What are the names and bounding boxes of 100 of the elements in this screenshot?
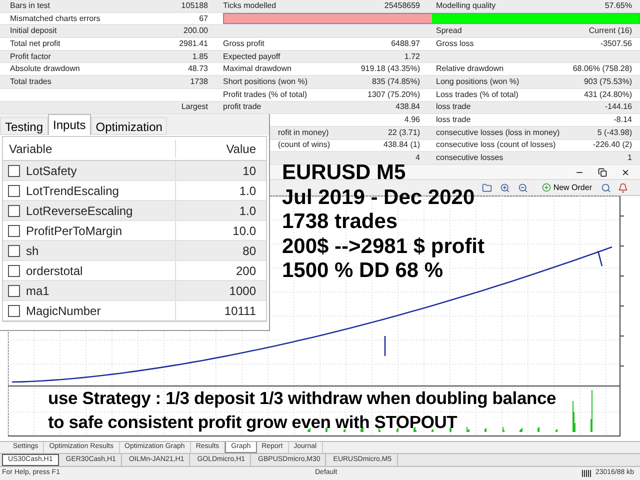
report-value: 1.72 — [404, 50, 420, 63]
search-icon[interactable] — [601, 182, 611, 192]
plus-circle-icon — [542, 183, 552, 192]
zoom-in-icon[interactable] — [500, 182, 510, 192]
report-value: 48.73 — [188, 63, 208, 76]
zoom-out-icon[interactable] — [518, 182, 528, 192]
report-label: Gross profit — [223, 38, 264, 50]
variable-name: LotSafety — [26, 162, 77, 180]
report-label: profit trade — [223, 101, 262, 114]
variable-value[interactable]: 1.0 — [176, 182, 262, 200]
variable-value[interactable]: 1000 — [176, 282, 262, 300]
tab[interactable]: Testing — [0, 117, 48, 135]
close-icon[interactable] — [621, 168, 630, 176]
report-label: (count of wins) — [278, 139, 330, 152]
report-label: Relative drawdown — [436, 63, 504, 76]
variable-value[interactable]: 80 — [176, 242, 262, 260]
report-value: -3507.56 — [600, 38, 632, 50]
report-value: 105188 — [181, 0, 208, 12]
report-value: 5 (-43.98) — [597, 126, 632, 139]
report-value: 431 (24.80%) — [584, 88, 632, 101]
variable-value[interactable]: 10111 — [176, 302, 262, 320]
report-label: Mismatched charts errors — [10, 12, 100, 25]
caption-line: 200$ -->2981 $ profit — [282, 234, 485, 259]
folder-icon[interactable] — [482, 182, 492, 192]
restore-icon[interactable] — [598, 168, 607, 176]
variable-name: LotTrendEscaling — [26, 182, 119, 200]
checkbox[interactable] — [8, 224, 20, 236]
report-label: Initial deposit — [10, 25, 57, 38]
report-value: 438.84 (1) — [384, 139, 420, 152]
report-label: consecutive loss (count of losses) — [436, 139, 556, 152]
report-value: 919.18 (43.35%) — [360, 63, 420, 76]
checkbox[interactable] — [8, 184, 20, 196]
report-value: 200.00 — [184, 25, 208, 38]
variable-name: MagicNumber — [26, 302, 101, 320]
report-value: 1 — [628, 152, 632, 164]
caption-line: EURUSD M5 — [282, 161, 407, 186]
report-label: Spread — [436, 25, 462, 38]
caption-line: 1500 % DD 68 % — [282, 259, 444, 284]
report-value: 2981.41 — [179, 38, 208, 50]
bell-icon[interactable] — [618, 182, 628, 192]
caption-line: to safe consistent profit grow even with STOPOUT — [48, 411, 458, 434]
report-value: 6488.97 — [391, 38, 420, 50]
checkbox[interactable] — [8, 244, 20, 256]
report-label: loss trade — [436, 101, 471, 114]
report-label: Absolute drawdown — [10, 63, 80, 76]
column-header: Variable — [3, 140, 176, 158]
tab[interactable]: Optimization — [90, 117, 168, 135]
checkbox[interactable] — [8, 264, 20, 276]
report-value: 1307 (75.20%) — [368, 88, 420, 101]
report-label: consecutive losses (loss in money) — [436, 126, 560, 139]
variable-value[interactable]: 200 — [176, 262, 262, 280]
tab[interactable]: Inputs — [48, 114, 91, 135]
checkbox[interactable] — [8, 304, 20, 316]
variable-value[interactable]: 10 — [176, 162, 262, 180]
variable-name: ma1 — [26, 282, 50, 300]
variable-name: sh — [26, 242, 39, 260]
variable-value[interactable]: 10.0 — [176, 222, 262, 240]
caption-line: use Strategy : 1/3 deposit 1/3 withdraw when doubling balance — [48, 387, 556, 410]
checkbox[interactable] — [8, 204, 20, 216]
report-label: Ticks modelled — [223, 0, 276, 12]
variable-value[interactable]: 1.0 — [176, 202, 262, 220]
report-value: 903 (75.53%) — [584, 76, 632, 88]
report-label: loss trade — [436, 114, 471, 126]
checkbox[interactable] — [8, 284, 20, 296]
report-value: 438.84 — [396, 101, 420, 114]
report-label: Modelling quality — [436, 0, 496, 12]
column-header: Value — [225, 140, 257, 158]
report-value: 4.96 — [404, 114, 420, 126]
report-value: 67 — [199, 12, 208, 25]
report-label: Loss trades (% of total) — [436, 88, 518, 101]
variable-name: ProfitPerToMargin — [26, 222, 122, 240]
report-value: Largest — [181, 101, 208, 114]
report-label: rofit in money) — [278, 126, 329, 139]
report-value: 22 (3.71) — [388, 126, 420, 139]
report-value: 57.65% — [604, 0, 632, 12]
report-value: -8.14 — [614, 114, 632, 126]
report-label: Long positions (won %) — [436, 76, 520, 88]
variable-name: LotReverseEscaling — [26, 202, 133, 220]
report-label: Profit factor — [10, 50, 51, 63]
report-label: Gross loss — [436, 38, 474, 50]
report-label: Bars in test — [10, 0, 50, 12]
report-value: 25458659 — [384, 0, 420, 12]
report-value: 4 — [416, 152, 420, 164]
new-order-button[interactable]: New Order — [540, 182, 594, 194]
caption-line: 1738 trades — [282, 210, 399, 234]
report-label: Maximal drawdown — [223, 63, 292, 76]
report-value: 1738 — [190, 76, 208, 88]
variable-name: orderstotal — [26, 262, 83, 280]
report-value: -144.16 — [604, 101, 632, 114]
report-value: Current (16) — [588, 25, 632, 38]
report-value: 68.06% (758.28) — [572, 63, 632, 76]
report-label: Short positions (won %) — [223, 76, 308, 88]
report-label: Total trades — [10, 76, 52, 88]
report-label: Expected payoff — [223, 50, 280, 63]
report-label: Profit trades (% of total) — [223, 88, 308, 101]
report-value: 1.85 — [192, 50, 208, 63]
report-label: Total net profit — [10, 38, 60, 50]
report-value: -226.40 (2) — [592, 139, 632, 152]
report-value: 835 (74.85%) — [372, 76, 420, 88]
checkbox[interactable] — [8, 164, 20, 176]
